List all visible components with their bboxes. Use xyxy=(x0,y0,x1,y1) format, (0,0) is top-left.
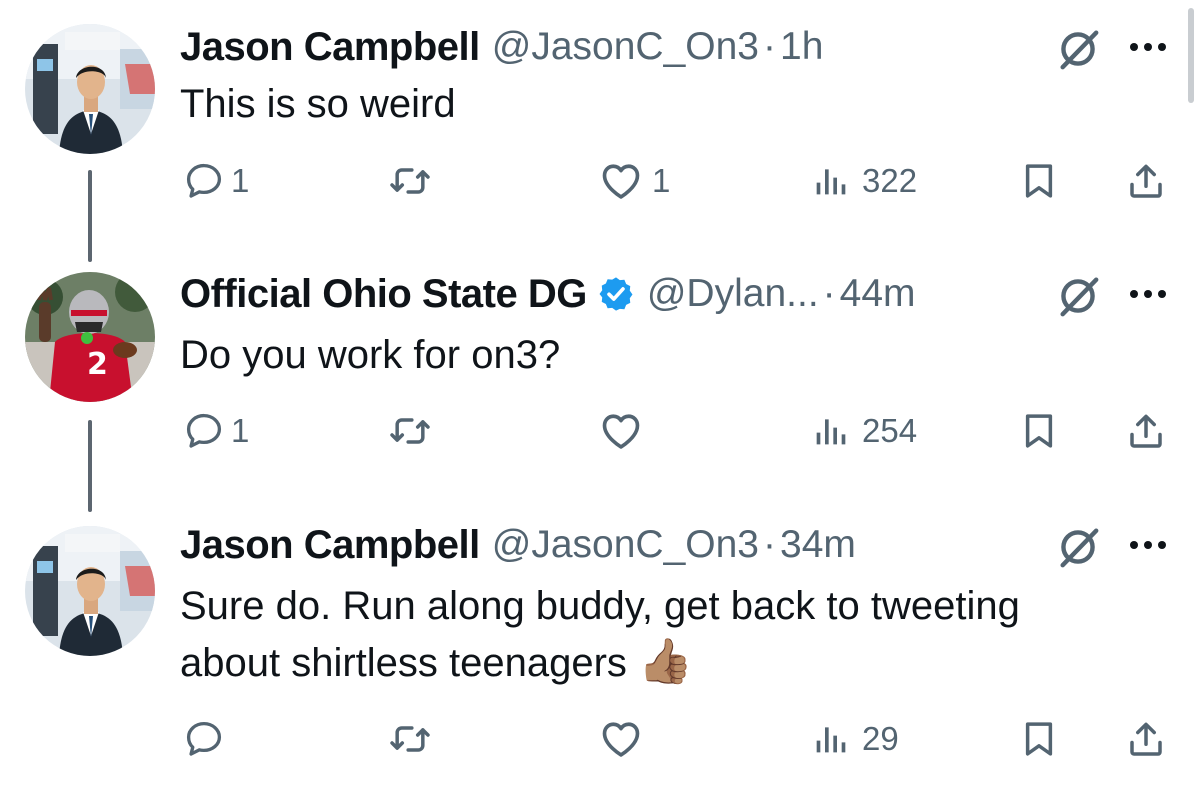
tweet-header: Jason Campbell @JasonC_On3 · 1h xyxy=(180,22,823,72)
bookmark-icon xyxy=(1018,410,1060,452)
retweet-button[interactable] xyxy=(388,714,432,764)
retweet-button[interactable] xyxy=(388,406,432,456)
reply-button[interactable]: 1 xyxy=(183,406,249,456)
retweet-icon xyxy=(388,717,432,761)
author-name[interactable]: Jason Campbell xyxy=(180,523,480,568)
views-button[interactable]: 322 xyxy=(810,156,917,206)
views-icon xyxy=(810,161,850,201)
football-player-avatar-icon xyxy=(25,272,155,402)
timestamp[interactable]: 34m xyxy=(780,523,856,567)
like-count: 1 xyxy=(652,162,671,199)
bookmark-button[interactable] xyxy=(1018,406,1060,456)
share-button[interactable] xyxy=(1125,156,1167,206)
reply-count: 1 xyxy=(231,162,250,199)
thumbs-up-emoji: 👍🏽 xyxy=(638,637,693,686)
reply-icon xyxy=(183,160,225,202)
views-count: 29 xyxy=(862,720,899,757)
bookmark-button[interactable] xyxy=(1018,156,1060,206)
timestamp[interactable]: 1h xyxy=(780,25,823,69)
tweet-text-line: Sure do. Run along buddy, get back to tw… xyxy=(180,584,1020,628)
share-button[interactable] xyxy=(1125,406,1167,456)
retweet-button[interactable] xyxy=(388,156,432,206)
tweet-header: Official Ohio State DG @Dylan... · 44m xyxy=(180,269,916,319)
like-icon xyxy=(598,158,644,204)
reply-icon xyxy=(183,718,225,760)
views-count: 254 xyxy=(862,412,918,449)
more-icon[interactable] xyxy=(1128,538,1168,552)
share-icon xyxy=(1125,718,1167,760)
action-bar: 1 1 322 xyxy=(0,156,1200,206)
like-button[interactable]: 1 xyxy=(598,156,670,206)
views-count: 322 xyxy=(862,162,918,199)
tweet-text: Do you work for on3? xyxy=(180,327,560,383)
more-icon[interactable] xyxy=(1128,287,1168,301)
tweet-text: Sure do. Run along buddy, get back to tw… xyxy=(180,578,1020,691)
author-name[interactable]: Official Ohio State DG xyxy=(180,272,587,317)
news-anchor-avatar-icon xyxy=(25,24,155,154)
thread-connector xyxy=(88,170,92,262)
verified-badge-icon xyxy=(597,275,635,313)
bookmark-icon xyxy=(1018,718,1060,760)
separator: · xyxy=(822,272,836,315)
grok-icon[interactable] xyxy=(1055,273,1101,319)
tweet-text-span: about shirtless teenagers xyxy=(180,641,627,685)
timestamp[interactable]: 44m xyxy=(840,272,916,316)
like-button[interactable] xyxy=(598,714,644,764)
separator: · xyxy=(763,25,776,68)
tweet-text: This is so weird xyxy=(180,76,456,132)
share-icon xyxy=(1125,410,1167,452)
author-handle[interactable]: @JasonC_On3 xyxy=(492,523,759,567)
share-button[interactable] xyxy=(1125,714,1167,764)
like-icon xyxy=(598,408,644,454)
like-button[interactable] xyxy=(598,406,644,456)
thread-connector xyxy=(88,420,92,512)
avatar[interactable] xyxy=(25,526,155,656)
action-bar: 29 xyxy=(0,714,1200,764)
author-handle[interactable]: @Dylan... xyxy=(647,272,819,316)
views-button[interactable]: 29 xyxy=(810,714,899,764)
retweet-icon xyxy=(388,409,432,453)
views-icon xyxy=(810,411,850,451)
grok-icon[interactable] xyxy=(1055,524,1101,570)
scrollbar[interactable] xyxy=(1188,8,1194,103)
bookmark-button[interactable] xyxy=(1018,714,1060,764)
tweet-text-line: Do you work for on3? xyxy=(180,333,561,377)
retweet-icon xyxy=(388,159,432,203)
views-icon xyxy=(810,719,850,759)
avatar[interactable] xyxy=(25,272,155,402)
like-icon xyxy=(598,716,644,762)
separator: · xyxy=(763,523,776,566)
tweet-header: Jason Campbell @JasonC_On3 · 34m xyxy=(180,520,856,570)
author-handle[interactable]: @JasonC_On3 xyxy=(492,25,759,69)
views-button[interactable]: 254 xyxy=(810,406,917,456)
reply-icon xyxy=(183,410,225,452)
share-icon xyxy=(1125,160,1167,202)
news-anchor-avatar-icon xyxy=(25,526,155,656)
reply-count: 1 xyxy=(231,412,250,449)
reply-button[interactable]: 1 xyxy=(183,156,249,206)
avatar[interactable] xyxy=(25,24,155,154)
bookmark-icon xyxy=(1018,160,1060,202)
author-name[interactable]: Jason Campbell xyxy=(180,25,480,70)
grok-icon[interactable] xyxy=(1055,26,1101,72)
more-icon[interactable] xyxy=(1128,40,1168,54)
tweet-text-line: This is so weird xyxy=(180,82,456,126)
tweet-text-line: about shirtless teenagers 👍🏽 xyxy=(180,634,1020,691)
action-bar: 1 254 xyxy=(0,406,1200,456)
reply-button[interactable] xyxy=(183,714,225,764)
